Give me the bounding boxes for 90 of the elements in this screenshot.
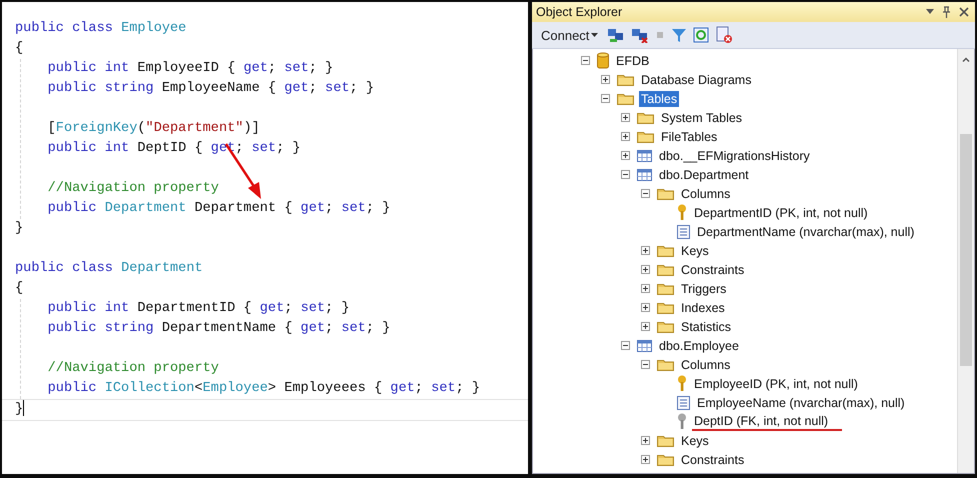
collapse-icon[interactable] bbox=[621, 341, 630, 350]
column-icon bbox=[677, 396, 690, 410]
collapse-icon[interactable] bbox=[641, 189, 650, 198]
report-icon[interactable] bbox=[715, 26, 734, 44]
expand-icon[interactable] bbox=[641, 284, 650, 293]
expand-icon[interactable] bbox=[641, 303, 650, 312]
tree-item[interactable]: EmployeeName (nvarchar(max), null) bbox=[695, 394, 907, 410]
code-line: public string EmployeeName { get; set; } bbox=[46, 81, 374, 96]
expand-icon[interactable] bbox=[641, 436, 650, 445]
folder-icon bbox=[657, 320, 674, 333]
expand-icon[interactable] bbox=[621, 151, 630, 160]
folder-icon bbox=[637, 111, 654, 124]
tree-item[interactable]: dbo.__EFMigrationsHistory bbox=[657, 148, 812, 164]
code-line: } bbox=[15, 402, 24, 417]
server-remove-icon[interactable] bbox=[631, 27, 650, 43]
tree-item[interactable]: Database Diagrams bbox=[639, 72, 754, 88]
tree-item[interactable]: EFDB bbox=[614, 52, 652, 68]
expand-icon[interactable] bbox=[641, 322, 650, 331]
table-icon bbox=[637, 168, 652, 181]
folder-icon bbox=[657, 244, 674, 257]
collapse-icon[interactable] bbox=[641, 360, 650, 369]
tree-item[interactable]: DepartmentName (nvarchar(max), null) bbox=[695, 224, 916, 240]
key-icon bbox=[677, 204, 687, 221]
code-line: [ForeignKey("Department")] bbox=[46, 121, 260, 136]
code-line: public Department Department { get; set; } bbox=[46, 201, 390, 216]
scroll-up-icon[interactable] bbox=[962, 57, 970, 62]
code-line: public class Employee bbox=[15, 21, 186, 36]
key-icon bbox=[677, 413, 687, 430]
tree-item[interactable]: System Tables bbox=[659, 110, 744, 126]
code-line: public class Department bbox=[15, 261, 203, 276]
database-icon bbox=[597, 52, 609, 70]
folder-icon bbox=[657, 301, 674, 314]
tree-item[interactable]: DeptID (FK, int, not null) bbox=[692, 412, 842, 430]
folder-icon bbox=[657, 453, 674, 466]
tree-item[interactable]: Columns bbox=[679, 356, 732, 372]
panel-title: Object Explorer bbox=[536, 5, 622, 19]
code-line: { bbox=[15, 281, 24, 296]
code-line: } bbox=[15, 221, 24, 236]
tree-item[interactable]: Statistics bbox=[679, 318, 734, 334]
collapse-icon[interactable] bbox=[581, 56, 590, 65]
code-line: //Navigation property bbox=[46, 181, 219, 196]
tree-item[interactable]: dbo.Employee bbox=[657, 338, 741, 354]
collapse-icon[interactable] bbox=[621, 170, 630, 179]
folder-icon bbox=[617, 92, 634, 105]
folder-icon bbox=[637, 130, 654, 143]
tree-item[interactable]: Constraints bbox=[679, 452, 746, 468]
pin-icon[interactable] bbox=[942, 6, 951, 18]
code-line: public int EmployeeID { get; set; } bbox=[46, 61, 334, 76]
tree-item[interactable]: DepartmentID (PK, int, not null) bbox=[692, 204, 870, 220]
folder-icon bbox=[617, 73, 634, 86]
folder-icon bbox=[657, 434, 674, 447]
scrollbar[interactable] bbox=[957, 49, 974, 473]
tree-item[interactable]: dbo.Department bbox=[657, 166, 751, 182]
expand-icon[interactable] bbox=[641, 246, 650, 255]
table-icon bbox=[637, 339, 652, 352]
folder-icon bbox=[657, 358, 674, 371]
connect-button[interactable]: Connect bbox=[538, 26, 602, 44]
code-line: { bbox=[15, 41, 24, 56]
folder-icon bbox=[657, 282, 674, 295]
refresh-icon[interactable] bbox=[693, 27, 710, 43]
scrollbar-thumb[interactable] bbox=[960, 134, 972, 366]
caret-icon[interactable] bbox=[591, 32, 598, 38]
expand-icon[interactable] bbox=[641, 265, 650, 274]
tree-item[interactable]: Columns bbox=[679, 186, 732, 202]
expand-icon[interactable] bbox=[601, 75, 610, 84]
expand-icon[interactable] bbox=[621, 113, 630, 122]
tree-item[interactable]: Indexes bbox=[679, 300, 727, 316]
collapse-icon[interactable] bbox=[601, 94, 610, 103]
tree-item[interactable]: Constraints bbox=[679, 262, 746, 278]
tree-item[interactable]: Keys bbox=[679, 432, 711, 448]
code-line: public string DepartmentName { get; set; } bbox=[46, 321, 390, 336]
expand-icon[interactable] bbox=[621, 132, 630, 141]
tree-item[interactable]: EmployeeID (PK, int, not null) bbox=[692, 376, 860, 392]
filter-icon[interactable] bbox=[671, 27, 688, 43]
tree-item[interactable]: Keys bbox=[679, 242, 711, 258]
folder-icon bbox=[657, 187, 674, 200]
tree-item[interactable]: FileTables bbox=[659, 128, 720, 144]
code-line: public ICollection<Employee> Employeees { get; set; } bbox=[46, 381, 480, 396]
code-line: //Navigation property bbox=[46, 361, 219, 376]
close-icon[interactable] bbox=[959, 7, 969, 17]
tree-item[interactable]: Triggers bbox=[679, 280, 728, 296]
expand-icon[interactable] bbox=[641, 455, 650, 464]
key-icon bbox=[677, 375, 687, 392]
server-icon[interactable] bbox=[607, 27, 626, 43]
code-line: public int DepartmentID { get; set; } bbox=[46, 301, 350, 316]
folder-icon bbox=[657, 263, 674, 276]
table-icon bbox=[637, 149, 652, 162]
dropdown-icon[interactable] bbox=[926, 9, 934, 15]
column-icon bbox=[677, 224, 690, 238]
tree-item[interactable]: Tables bbox=[639, 90, 680, 106]
